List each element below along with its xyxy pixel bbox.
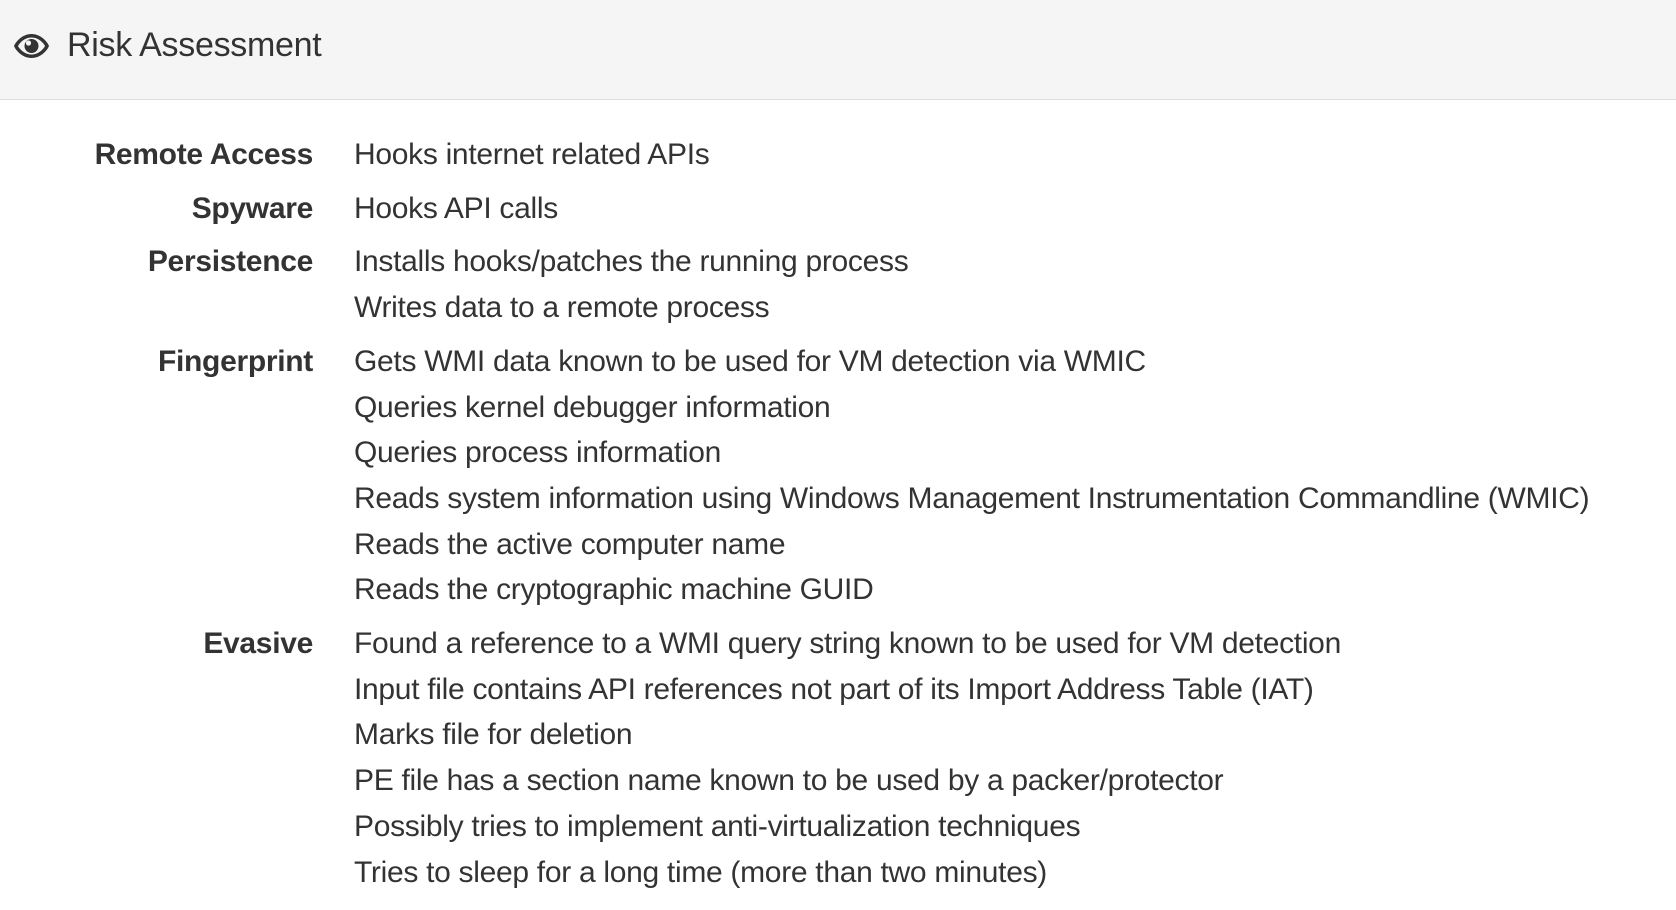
risk-group-evasive: Evasive Found a reference to a WMI query… — [0, 621, 1676, 895]
risk-item: PE file has a section name known to be u… — [354, 764, 1224, 798]
risk-item: Possibly tries to implement anti-virtual… — [354, 809, 1081, 843]
risk-item: Tries to sleep for a long time (more tha… — [354, 855, 1047, 889]
risk-item: Reads system information using Windows M… — [354, 481, 1590, 515]
risk-items-list: Installs hooks/patches the running proce… — [354, 239, 909, 330]
risk-items-list: Hooks internet related APIs — [354, 132, 710, 178]
risk-category-label: Evasive — [203, 627, 313, 661]
risk-item: Found a reference to a WMI query string … — [354, 627, 1341, 661]
risk-category-label: Remote Access — [94, 138, 314, 171]
risk-item: Input file contains API references not p… — [354, 672, 1314, 706]
risk-item: Reads the cryptographic machine GUID — [354, 573, 874, 607]
risk-group-spyware: Spyware Hooks API calls — [0, 186, 1676, 232]
risk-item: Marks file for deletion — [354, 718, 633, 752]
panel-title: Risk Assessment — [67, 26, 322, 64]
risk-item: Writes data to a remote process — [354, 291, 770, 325]
risk-group-persistence: Persistence Installs hooks/patches the r… — [0, 239, 1676, 330]
risk-items-list: Gets WMI data known to be used for VM de… — [354, 339, 1590, 613]
risk-assessment-table: Remote Access Hooks internet related API… — [0, 132, 1676, 895]
risk-category-label: Persistence — [147, 245, 313, 279]
eye-icon — [14, 33, 49, 58]
risk-group-remote-access: Remote Access Hooks internet related API… — [0, 132, 1676, 178]
risk-item: Hooks internet related APIs — [354, 138, 710, 171]
risk-item: Gets WMI data known to be used for VM de… — [354, 344, 1146, 378]
risk-item: Queries process information — [354, 436, 722, 470]
risk-group-fingerprint: Fingerprint Gets WMI data known to be us… — [0, 339, 1676, 613]
panel-header: Risk Assessment — [0, 0, 1676, 100]
risk-item: Reads the active computer name — [354, 527, 786, 561]
risk-category-label: Spyware — [191, 191, 314, 225]
risk-category-label: Fingerprint — [157, 344, 313, 378]
risk-items-list: Found a reference to a WMI query string … — [354, 621, 1341, 895]
risk-item: Installs hooks/patches the running proce… — [354, 245, 909, 279]
risk-item: Queries kernel debugger information — [354, 390, 831, 424]
risk-items-list: Hooks API calls — [354, 186, 558, 232]
risk-item: Hooks API calls — [354, 191, 558, 225]
